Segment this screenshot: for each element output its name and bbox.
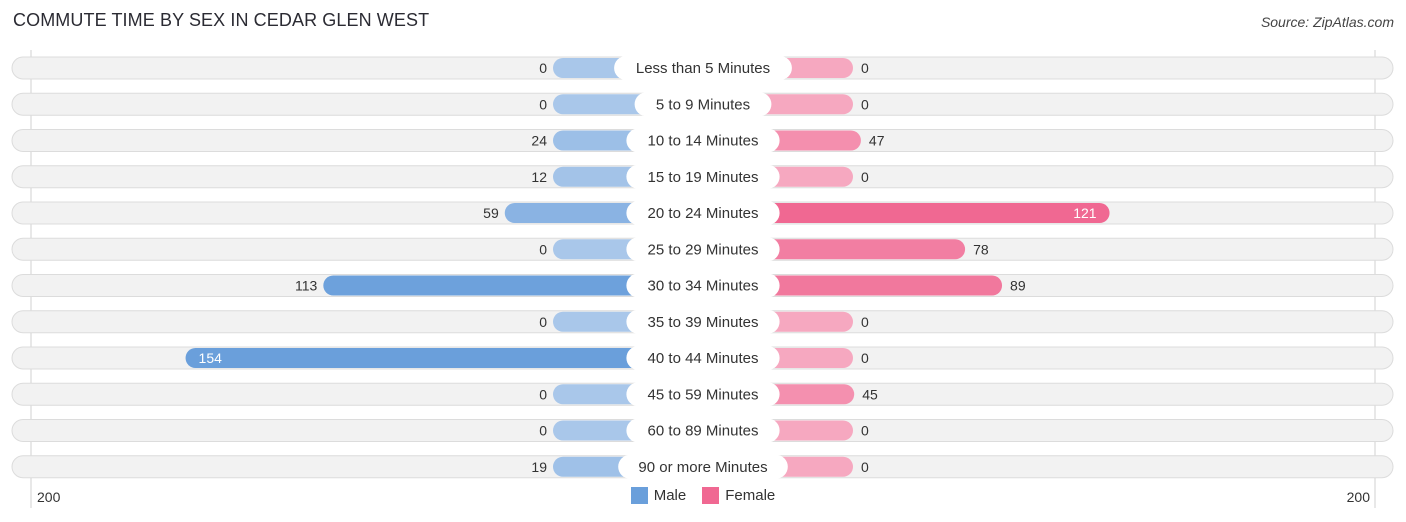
category-label: Less than 5 Minutes — [636, 60, 770, 77]
category-label: 90 or more Minutes — [638, 459, 767, 476]
value-label-female: 0 — [861, 96, 869, 112]
value-label-male: 0 — [539, 386, 547, 402]
value-label-female: 0 — [861, 169, 869, 185]
category-label: 10 to 14 Minutes — [648, 133, 759, 150]
value-label-male: 113 — [295, 278, 318, 294]
value-label-male: 0 — [539, 241, 547, 257]
value-label-female: 47 — [869, 133, 885, 149]
value-label-female: 121 — [1073, 205, 1097, 221]
category-label: 5 to 9 Minutes — [656, 96, 750, 113]
value-label-male: 59 — [483, 205, 499, 221]
legend-item-female[interactable]: Female — [702, 487, 775, 504]
value-label-female: 89 — [1010, 278, 1026, 294]
legend-swatch-female — [702, 487, 720, 504]
category-label: 40 to 44 Minutes — [648, 350, 759, 367]
value-label-male: 154 — [199, 350, 223, 366]
legend: Male Female — [0, 487, 1406, 504]
category-label: 25 to 29 Minutes — [648, 241, 759, 258]
value-label-male: 0 — [539, 314, 547, 330]
value-label-female: 0 — [861, 314, 869, 330]
category-label: 20 to 24 Minutes — [648, 205, 759, 222]
category-label: 30 to 34 Minutes — [648, 278, 759, 295]
value-label-female: 0 — [861, 459, 869, 475]
value-label-female: 0 — [861, 350, 869, 366]
category-label: 15 to 19 Minutes — [648, 169, 759, 186]
category-label: 45 to 59 Minutes — [648, 386, 759, 403]
bar-male[interactable] — [185, 348, 703, 368]
category-label: 35 to 39 Minutes — [648, 314, 759, 331]
legend-label-male: Male — [653, 487, 687, 504]
value-label-male: 19 — [531, 459, 547, 475]
value-label-male: 0 — [539, 60, 547, 76]
value-label-female: 45 — [862, 386, 878, 402]
chart-area: 0 0 Less than 5 Minutes 0 0 5 to 9 Minutes 24 4… — [11, 50, 1394, 508]
value-label-female: 0 — [861, 60, 869, 76]
value-label-female: 0 — [861, 423, 869, 439]
value-label-male: 0 — [539, 96, 547, 112]
value-label-female: 78 — [973, 241, 989, 257]
value-label-male: 0 — [539, 423, 547, 439]
legend-swatch-male — [630, 487, 648, 504]
value-label-male: 12 — [531, 169, 547, 185]
value-label-male: 24 — [531, 133, 547, 149]
category-label: 60 to 89 Minutes — [648, 423, 759, 440]
legend-label-female: Female — [725, 487, 776, 504]
legend-item-male[interactable]: Male — [630, 487, 687, 504]
